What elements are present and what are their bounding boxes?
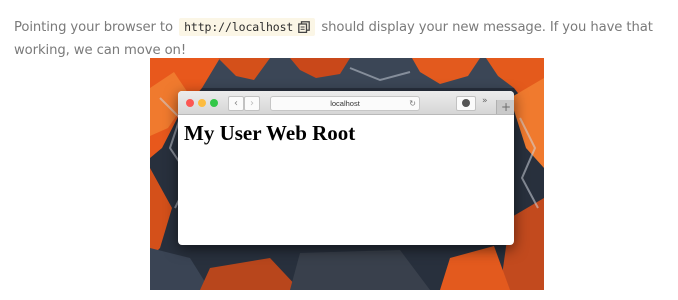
code-text: http://localhost [184,20,294,35]
reload-icon[interactable]: ↻ [409,97,416,110]
plus-icon: + [500,100,512,114]
inline-code: http://localhost [179,18,316,37]
download-icon [462,99,470,107]
back-button[interactable]: ‹ [228,96,244,111]
copy-icon[interactable] [298,21,311,34]
browser-toolbar: ‹ › localhost ↻ » + [178,91,514,115]
close-window-button[interactable] [186,99,194,107]
zoom-window-button[interactable] [210,99,218,107]
chevron-left-icon: ‹ [234,98,238,109]
downloads-button[interactable] [456,96,476,111]
address-bar[interactable]: localhost ↻ [270,96,420,111]
chevron-right-icon: › [250,98,254,109]
intro-paragraph: Pointing your browser to http://localhos… [14,16,669,62]
new-tab-button[interactable]: + [496,100,514,114]
page-heading: My User Web Root [184,121,356,145]
forward-button[interactable]: › [244,96,260,111]
chevron-double-right-icon[interactable]: » [482,95,488,108]
screenshot-figure: ‹ › localhost ↻ » + My User Web Root [150,58,544,290]
paragraph-text-before: Pointing your browser to [14,20,173,36]
address-bar-url: localhost [330,99,360,108]
browser-window: ‹ › localhost ↻ » + My User Web Root [178,91,514,245]
minimize-window-button[interactable] [198,99,206,107]
